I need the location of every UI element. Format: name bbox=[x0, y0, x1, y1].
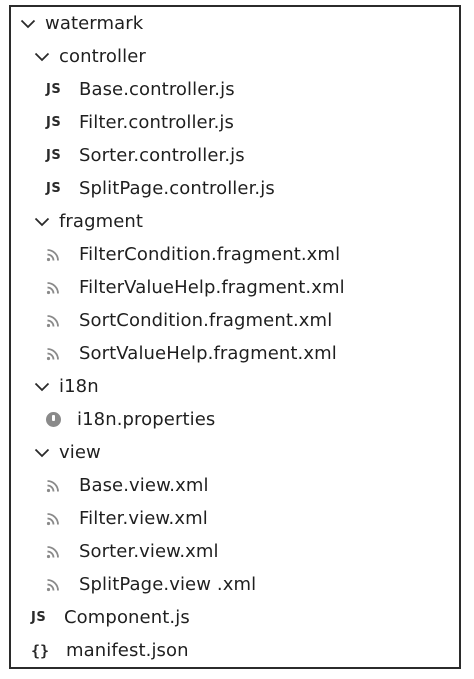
folder-label: watermark bbox=[45, 12, 144, 34]
file-splitpage-view[interactable]: SplitPage.view .xml bbox=[11, 568, 459, 601]
json-file-icon: {} bbox=[31, 641, 50, 660]
file-label: Filter.controller.js bbox=[79, 111, 234, 133]
file-sortcondition-fragment[interactable]: SortCondition.fragment.xml bbox=[11, 304, 459, 337]
folder-controller[interactable]: controller bbox=[11, 40, 459, 73]
file-filtercondition-fragment[interactable]: FilterCondition.fragment.xml bbox=[11, 238, 459, 271]
properties-file-icon bbox=[46, 412, 70, 427]
folder-i18n[interactable]: i18n bbox=[11, 370, 459, 403]
file-filter-controller[interactable]: JS Filter.controller.js bbox=[11, 106, 459, 139]
file-label: Component.js bbox=[64, 606, 190, 628]
file-label: i18n.properties bbox=[77, 408, 216, 430]
xml-file-icon bbox=[46, 578, 70, 592]
folder-fragment[interactable]: fragment bbox=[11, 205, 459, 238]
js-file-icon: JS bbox=[46, 115, 62, 130]
file-label: Sorter.controller.js bbox=[79, 144, 245, 166]
file-base-controller[interactable]: JS Base.controller.js bbox=[11, 73, 459, 106]
file-filter-view[interactable]: Filter.view.xml bbox=[11, 502, 459, 535]
xml-file-icon bbox=[46, 281, 70, 295]
file-label: SortValueHelp.fragment.xml bbox=[79, 342, 337, 364]
file-sorter-view[interactable]: Sorter.view.xml bbox=[11, 535, 459, 568]
xml-file-icon bbox=[46, 545, 70, 559]
chevron-down-icon[interactable] bbox=[33, 213, 51, 231]
folder-view[interactable]: view bbox=[11, 436, 459, 469]
file-label: FilterValueHelp.fragment.xml bbox=[79, 276, 345, 298]
file-label: Filter.view.xml bbox=[79, 507, 208, 529]
file-sortvaluehelp-fragment[interactable]: SortValueHelp.fragment.xml bbox=[11, 337, 459, 370]
file-label: Base.controller.js bbox=[79, 78, 235, 100]
js-file-icon: JS bbox=[46, 148, 62, 163]
xml-file-icon bbox=[46, 512, 70, 526]
folder-label: view bbox=[59, 441, 101, 463]
file-label: manifest.json bbox=[66, 639, 189, 661]
chevron-down-icon[interactable] bbox=[33, 48, 51, 66]
folder-watermark[interactable]: watermark bbox=[11, 7, 459, 40]
file-i18n-properties[interactable]: i18n.properties bbox=[11, 403, 459, 436]
file-label: FilterCondition.fragment.xml bbox=[79, 243, 341, 265]
file-explorer-panel: watermark controller JS Base.controller.… bbox=[9, 5, 461, 669]
folder-label: i18n bbox=[59, 375, 99, 397]
xml-file-icon bbox=[46, 248, 70, 262]
file-label: Base.view.xml bbox=[79, 474, 209, 496]
file-label: SplitPage.view .xml bbox=[79, 573, 257, 595]
file-component-js[interactable]: JS Component.js bbox=[11, 601, 459, 634]
chevron-down-icon[interactable] bbox=[19, 15, 37, 33]
js-file-icon: JS bbox=[31, 610, 47, 625]
file-base-view[interactable]: Base.view.xml bbox=[11, 469, 459, 502]
file-sorter-controller[interactable]: JS Sorter.controller.js bbox=[11, 139, 459, 172]
js-file-icon: JS bbox=[46, 181, 62, 196]
file-manifest-json[interactable]: {} manifest.json bbox=[11, 634, 459, 667]
folder-label: fragment bbox=[59, 210, 144, 232]
xml-file-icon bbox=[46, 479, 70, 493]
file-label: SplitPage.controller.js bbox=[79, 177, 275, 199]
file-label: SortCondition.fragment.xml bbox=[79, 309, 333, 331]
xml-file-icon bbox=[46, 314, 70, 328]
chevron-down-icon[interactable] bbox=[33, 444, 51, 462]
js-file-icon: JS bbox=[46, 82, 62, 97]
xml-file-icon bbox=[46, 347, 70, 361]
file-filtervaluehelp-fragment[interactable]: FilterValueHelp.fragment.xml bbox=[11, 271, 459, 304]
file-splitpage-controller[interactable]: JS SplitPage.controller.js bbox=[11, 172, 459, 205]
chevron-down-icon[interactable] bbox=[33, 378, 51, 396]
folder-label: controller bbox=[59, 45, 146, 67]
file-label: Sorter.view.xml bbox=[79, 540, 219, 562]
